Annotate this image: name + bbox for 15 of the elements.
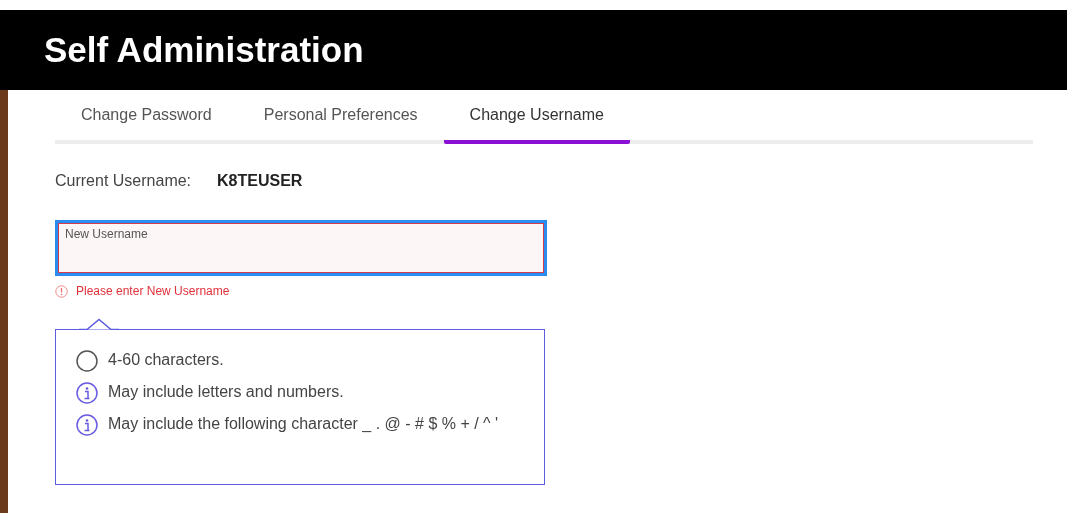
requirement-text: May include the following character _ . @ - # $ % + / ^ ' xyxy=(108,413,500,434)
tab[interactable]: Change Password xyxy=(55,90,238,144)
tab[interactable]: Personal Preferences xyxy=(237,90,444,144)
page-title: Self Administration xyxy=(44,30,364,70)
input-field[interactable]: New Username xyxy=(58,223,544,273)
field-label: Current Username: xyxy=(55,172,192,190)
username-value: K8TEUSER xyxy=(217,172,303,190)
error-icon xyxy=(55,284,68,298)
info-icon xyxy=(76,381,98,404)
empty-circle-icon xyxy=(76,349,98,372)
requirement-text: May include letters and numbers. xyxy=(108,381,345,402)
requirement-text: 4-60 characters. xyxy=(108,349,225,370)
tab[interactable]: Change Username xyxy=(443,90,630,144)
info-icon xyxy=(76,413,98,436)
error-message: Please enter New Username xyxy=(76,284,230,298)
